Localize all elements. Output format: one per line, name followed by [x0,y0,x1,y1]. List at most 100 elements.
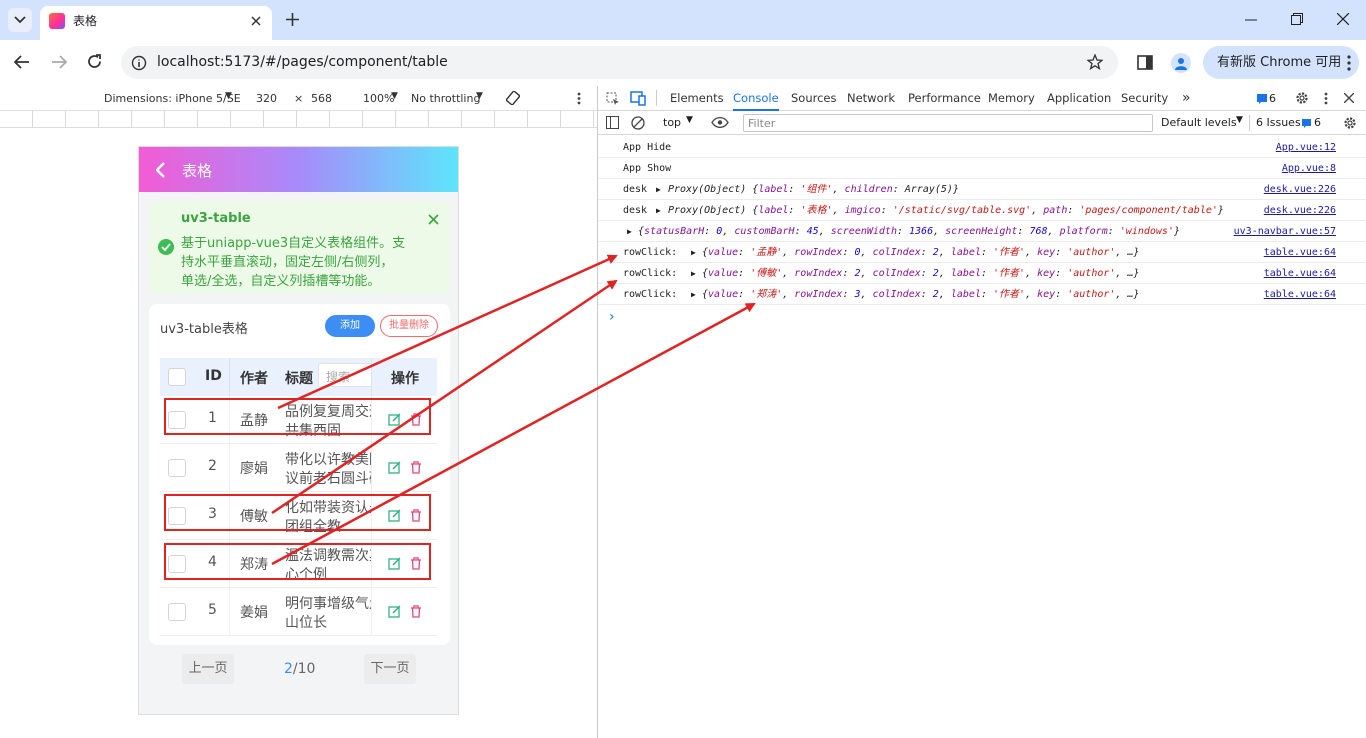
back-arrow-icon[interactable] [14,55,30,69]
prev-page-button[interactable]: 上一页 [182,654,234,684]
row-checkbox[interactable] [168,459,186,477]
zoom-select[interactable]: 100% [363,92,394,105]
console-log-row: App Show App.vue:8 [598,158,1366,179]
log-source-link[interactable]: uv3-navbar.vue:57 [1234,221,1336,242]
log-source-link[interactable]: App.vue:8 [1282,158,1336,179]
devtools-tab-sources[interactable]: Sources [791,86,837,111]
delete-icon[interactable] [410,461,422,474]
sidebar-toggle-icon[interactable] [606,116,619,129]
device-dimensions-select[interactable]: Dimensions: iPhone 5/SE [104,92,241,105]
devtools-menu-icon[interactable] [1324,92,1328,105]
alert-line-2: 持水平垂直滚动，固定左侧/右侧列， [181,255,394,270]
expand-arrow-icon[interactable]: ▶ [656,200,661,221]
table-row[interactable]: 5 姜娟 明何事增级气走 山位长 [160,588,437,636]
add-button[interactable]: 添加 [325,315,375,337]
expand-arrow-icon[interactable]: ▶ [691,263,696,284]
delete-icon[interactable] [410,605,422,618]
url-text: localhost:5173/#/pages/component/table [157,54,448,70]
expand-arrow-icon[interactable]: ▶ [691,242,696,263]
log-text: desk [623,184,648,195]
site-info-icon[interactable] [131,55,147,71]
select-all-checkbox[interactable] [168,368,186,386]
forward-arrow-icon[interactable] [51,55,67,69]
check-circle-icon [158,239,174,255]
devtools-tab-memory[interactable]: Memory [988,86,1035,111]
current-page: 2 [284,661,293,677]
close-icon[interactable] [428,214,439,225]
devtools-tab-performance[interactable]: Performance [908,86,981,111]
back-chevron-icon[interactable] [156,162,166,178]
issues-count[interactable]: 6 [1269,92,1276,105]
fixed-column-divider [229,358,230,396]
row-author[interactable]: 姜娟 [240,602,268,622]
table-header: ID 作者 标题 搜索 操作 [160,358,437,396]
bookmark-star-icon[interactable] [1087,54,1103,70]
log-object[interactable]: Proxy(Object) {label: '表格', imgico: '/st… [668,200,1224,221]
log-source-link[interactable]: table.vue:64 [1264,263,1336,284]
clear-console-icon[interactable] [631,116,645,130]
reload-icon[interactable] [87,54,102,69]
profile-avatar[interactable] [1171,53,1191,73]
row-author[interactable]: 廖娟 [240,458,268,478]
log-object[interactable]: {value: '孟静', rowIndex: 0, colIndex: 2, … [702,242,1140,263]
expand-arrow-icon[interactable]: ▶ [627,221,632,242]
close-devtools-icon[interactable] [1344,93,1354,103]
expand-arrow-icon[interactable]: ▶ [656,179,661,200]
close-window-icon[interactable] [1337,13,1349,25]
devtools-tab-elements[interactable]: Elements [670,86,724,111]
browser-tab-active[interactable]: 表格 [40,6,272,40]
log-source-link[interactable]: desk.vue:226 [1264,200,1336,221]
devtools-tab-console[interactable]: Console [733,86,779,111]
devtools-tab-application[interactable]: Application [1047,86,1111,111]
next-page-button[interactable]: 下一页 [364,654,416,684]
throttle-select[interactable]: No throttling [411,92,480,105]
log-object[interactable]: Proxy(Object) {label: '组件', children: Ar… [668,179,959,200]
row-title-line-1: 带化以许教美阿 [285,452,373,468]
issues-label[interactable]: 6 Issues: [1256,116,1304,129]
minimize-icon[interactable] [1245,19,1257,21]
inspect-element-icon[interactable] [606,92,620,106]
device-more-icon[interactable] [577,92,581,105]
console-prompt[interactable]: › [609,309,615,325]
chrome-update-button[interactable]: 有新版 Chrome 可用 [1203,46,1359,79]
device-width-input[interactable]: 320 [256,92,277,105]
settings-gear-icon[interactable] [1295,91,1309,105]
log-object[interactable]: {statusBarH: 0, customBarH: 45, screenWi… [638,221,1180,242]
rotate-icon[interactable] [506,91,520,105]
expand-arrow-icon[interactable]: ▶ [691,284,696,305]
new-tab-icon[interactable] [286,13,299,26]
log-source-link[interactable]: table.vue:64 [1264,284,1336,305]
table-row[interactable]: 2 廖娟 带化以许教美阿 议前老石圆斗码 [160,444,437,492]
log-source-link[interactable]: table.vue:64 [1264,242,1336,263]
console-filter-input[interactable]: Filter [743,114,1153,132]
edit-icon[interactable] [388,461,401,474]
batch-delete-button[interactable]: 批量删除 [380,315,438,337]
device-height-input[interactable]: 568 [311,92,332,105]
close-tab-icon[interactable] [250,15,262,27]
browser-menu-icon[interactable] [1347,55,1351,71]
batch-delete-label: 批量删除 [389,320,429,331]
tab-search-button[interactable] [8,8,32,32]
console-settings-icon[interactable] [1343,116,1357,130]
live-expression-eye-icon[interactable] [711,117,729,128]
tab-title: 表格 [73,14,98,28]
title-search-input[interactable]: 搜索 [318,363,378,387]
log-object[interactable]: {value: '郑涛', rowIndex: 3, colIndex: 2, … [702,284,1140,305]
device-toggle-icon[interactable] [630,91,646,106]
row-title-line-1: 明何事增级气走 [285,596,373,612]
side-panel-icon[interactable] [1137,55,1153,70]
row-checkbox[interactable] [168,603,186,621]
log-source-link[interactable]: desk.vue:226 [1264,179,1336,200]
devtools-tab-security[interactable]: Security [1121,86,1168,111]
context-select[interactable]: top [663,116,681,129]
chevron-down-icon [14,16,26,24]
devtools-tab-network[interactable]: Network [847,86,895,111]
more-tabs-button[interactable]: » [1182,86,1191,111]
log-levels-select[interactable]: Default levels [1161,116,1237,129]
issues-badge[interactable]: 6 [1314,116,1321,129]
address-bar[interactable]: localhost:5173/#/pages/component/table [121,46,1118,79]
log-object[interactable]: {value: '傅敏', rowIndex: 2, colIndex: 2, … [702,263,1140,284]
edit-icon[interactable] [388,605,401,618]
restore-icon[interactable] [1291,13,1303,25]
log-source-link[interactable]: App.vue:12 [1276,137,1336,158]
